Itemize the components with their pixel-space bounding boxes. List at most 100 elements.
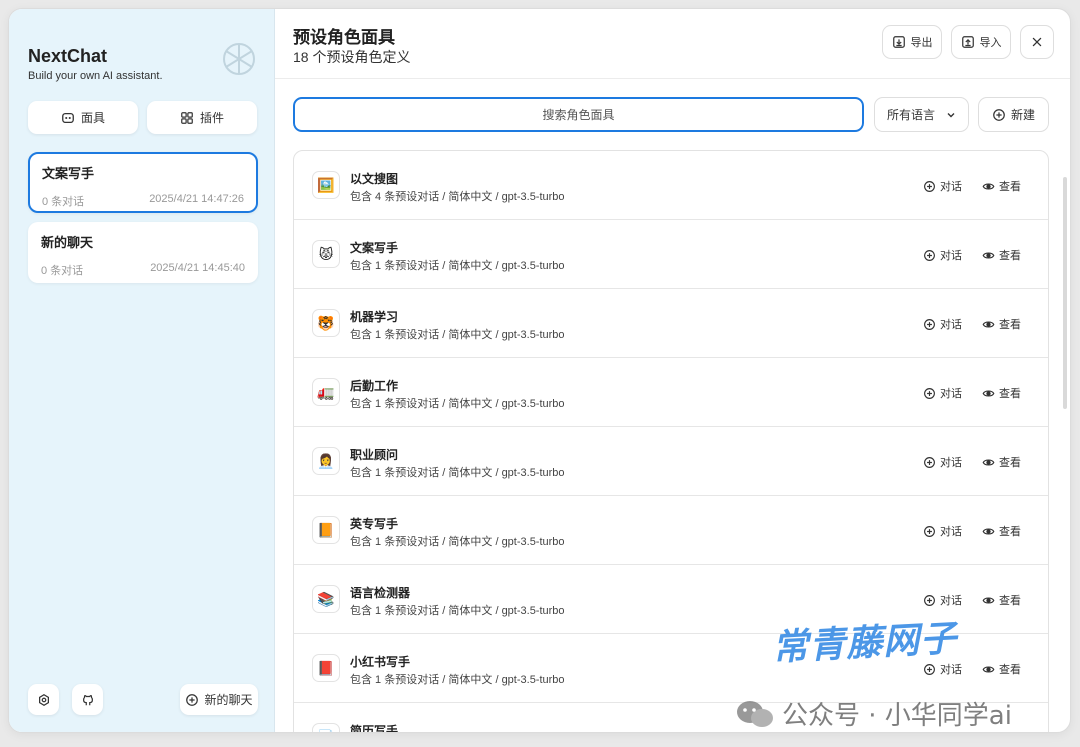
mask-row: 👩‍💼 职业顾问 包含 1 条预设对话 / 简体中文 / gpt-3.5-turbo… xyxy=(294,427,1048,496)
mask-avatar-icon: 📕 xyxy=(312,654,340,682)
mask-avatar-icon: 📚 xyxy=(312,585,340,613)
plus-circle-icon xyxy=(924,456,935,468)
scrollbar[interactable] xyxy=(1063,177,1067,409)
mask-avatar-icon: 🖼️ xyxy=(312,171,340,199)
plus-circle-icon xyxy=(993,108,1005,121)
view-button-label: 查看 xyxy=(999,526,1021,538)
view-button[interactable]: 查看 xyxy=(982,247,1021,263)
brand-subtitle: Build your own AI assistant. xyxy=(28,70,163,82)
chat-button[interactable]: 对话 xyxy=(923,247,962,263)
github-icon xyxy=(82,694,93,705)
view-button[interactable]: 查看 xyxy=(982,178,1021,194)
mask-name: 英专写手 xyxy=(350,517,399,531)
import-label: 导入 xyxy=(979,37,1002,49)
chat-item[interactable]: 新的聊天 0 条对话 2025/4/21 14:45:40 xyxy=(28,222,258,283)
view-button[interactable]: 查看 xyxy=(982,454,1021,470)
chat-button[interactable]: 对话 xyxy=(923,385,962,401)
wechat-icon xyxy=(737,700,773,727)
plus-circle-icon xyxy=(924,180,935,192)
eye-icon xyxy=(982,320,995,328)
chat-title: 新的聊天 xyxy=(41,235,94,250)
chat-button[interactable]: 对话 xyxy=(923,178,962,194)
brand-title: NextChat xyxy=(28,46,108,66)
mask-row: 🖼️ 以文搜图 包含 4 条预设对话 / 简体中文 / gpt-3.5-turbo 对… xyxy=(294,151,1048,220)
mask-row: 📙 英专写手 包含 1 条预设对话 / 简体中文 / gpt-3.5-turbo 对话… xyxy=(294,496,1048,565)
chevron-down-icon xyxy=(947,112,955,117)
chat-button-label: 对话 xyxy=(940,181,962,193)
chat-item[interactable]: 文案写手 0 条对话 2025/4/21 14:47:26 xyxy=(28,152,258,213)
mask-name: 职业顾问 xyxy=(350,448,399,462)
plugin-button-label: 插件 xyxy=(199,111,224,125)
mask-name: 后勤工作 xyxy=(350,379,399,393)
plus-circle-icon xyxy=(924,594,935,606)
view-button-label: 查看 xyxy=(999,181,1021,193)
view-button[interactable]: 查看 xyxy=(982,592,1021,608)
chat-button-label: 对话 xyxy=(940,250,962,262)
page-title: 预设角色面具 xyxy=(293,28,395,47)
chat-button[interactable]: 对话 xyxy=(923,661,962,677)
chat-button[interactable]: 对话 xyxy=(923,592,962,608)
mask-row: 🐯 机器学习 包含 1 条预设对话 / 简体中文 / gpt-3.5-turbo 对话… xyxy=(294,289,1048,358)
chat-count: 0 条对话 xyxy=(41,265,84,277)
page-subtitle: 18 个预设角色定义 xyxy=(293,49,411,65)
mask-info: 包含 1 条预设对话 / 简体中文 / gpt-3.5-turbo xyxy=(350,398,565,410)
mask-row: 🚛 后勤工作包含 1 条预设对话 / 简体中文 / gpt-3.5-turbo 对话… xyxy=(294,358,1048,427)
watermark-account-text: 公众号 · 小华同学ai xyxy=(782,701,1012,731)
new-chat-button[interactable]: 新的聊天 xyxy=(180,684,258,715)
view-button-label: 查看 xyxy=(999,595,1021,607)
eye-icon xyxy=(982,527,995,535)
plugin-button[interactable]: 插件 xyxy=(147,101,257,134)
chat-title: 文案写手 xyxy=(42,166,95,181)
view-button[interactable]: 查看 xyxy=(982,316,1021,332)
plus-circle-icon xyxy=(186,693,199,706)
plus-circle-icon xyxy=(924,525,935,537)
chat-button-label: 对话 xyxy=(940,595,962,607)
view-button-label: 查看 xyxy=(999,388,1021,400)
mask-button[interactable]: 面具 xyxy=(28,101,138,134)
eye-icon xyxy=(982,251,995,259)
watermark-account: 公众号 · 小华同学ai xyxy=(734,695,1012,732)
mask-name: 以文搜图 xyxy=(350,172,399,186)
settings-button[interactable] xyxy=(28,684,59,715)
mask-name: 语言检测器 xyxy=(350,586,411,600)
language-select[interactable]: 所有语言 xyxy=(874,97,969,132)
export-label: 导出 xyxy=(910,37,933,49)
import-button[interactable]: 导入 xyxy=(951,25,1011,59)
close-icon xyxy=(1032,37,1042,47)
mask-name: 小红书写手 xyxy=(350,655,411,669)
view-button[interactable]: 查看 xyxy=(982,523,1021,539)
mask-info: 包含 1 条预设对话 / 简体中文 / gpt-3.5-turbo xyxy=(350,329,565,341)
sidebar: NextChat Build your own AI assistant. 面具… xyxy=(9,9,275,732)
github-button[interactable] xyxy=(72,684,103,715)
watermark-title: 常青藤网子 xyxy=(771,618,959,669)
chat-button-label: 对话 xyxy=(940,319,962,331)
chat-count: 0 条对话 xyxy=(42,196,85,208)
close-button[interactable] xyxy=(1020,25,1054,59)
eye-icon xyxy=(982,182,995,190)
eye-icon xyxy=(982,458,995,466)
header-divider xyxy=(275,78,1070,79)
search-input[interactable] xyxy=(293,97,864,132)
plus-circle-icon xyxy=(924,318,935,330)
mask-name: 简历写手 xyxy=(350,724,399,733)
view-button[interactable]: 查看 xyxy=(982,661,1021,677)
new-mask-label: 新建 xyxy=(1010,108,1035,122)
chat-button[interactable]: 对话 xyxy=(923,454,962,470)
mask-icon xyxy=(62,112,74,123)
app-window: NextChat Build your own AI assistant. 面具… xyxy=(8,8,1071,733)
view-button-label: 查看 xyxy=(999,319,1021,331)
mask-avatar-icon: 🚛 xyxy=(312,378,340,406)
chat-button-label: 对话 xyxy=(940,526,962,538)
mask-avatar-icon: 👩‍💼 xyxy=(312,447,340,475)
view-button[interactable]: 查看 xyxy=(982,385,1021,401)
view-button-label: 查看 xyxy=(999,250,1021,262)
mask-name: 文案写手 xyxy=(350,241,399,255)
mask-info: 包含 1 条预设对话 / 简体中文 / gpt-3.5-turbo xyxy=(350,536,565,548)
chat-button[interactable]: 对话 xyxy=(923,523,962,539)
plus-circle-icon xyxy=(924,249,935,261)
new-mask-button[interactable]: 新建 xyxy=(978,97,1049,132)
chat-button[interactable]: 对话 xyxy=(923,316,962,332)
settings-icon xyxy=(38,693,49,706)
plus-circle-icon xyxy=(924,387,935,399)
export-button[interactable]: 导出 xyxy=(882,25,942,59)
